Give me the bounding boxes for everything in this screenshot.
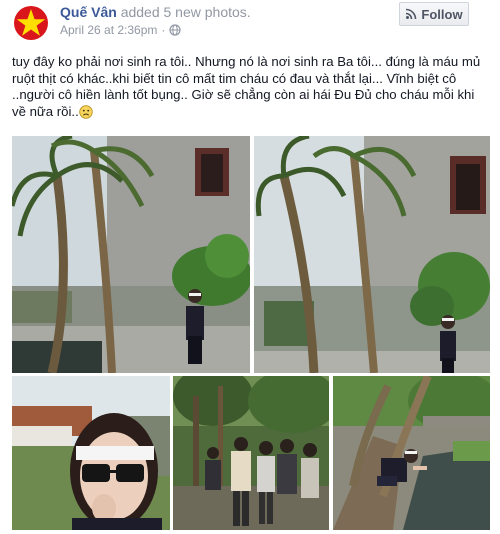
sad-face-emoji-icon xyxy=(79,104,93,119)
photo-post: Quế Vân added 5 new photos. April 26 at … xyxy=(0,0,500,534)
author-name-link[interactable]: Quế Vân xyxy=(60,4,117,20)
follow-button[interactable]: Follow xyxy=(399,2,469,26)
post-action-text: added 5 new photos. xyxy=(120,4,251,20)
photo-2-woman-by-palms[interactable] xyxy=(254,136,490,373)
photo-image xyxy=(12,136,250,373)
caption-line: tuy đây ko phải nơi sinh ra tôi.. Nhưng … xyxy=(12,54,481,69)
avatar[interactable] xyxy=(11,2,51,42)
caption-line-text: về nữa rồi.. xyxy=(12,103,79,119)
globe-icon[interactable] xyxy=(169,24,181,36)
rss-icon xyxy=(406,8,417,20)
photo-3-woman-closeup[interactable] xyxy=(12,376,170,530)
photo-5-woman-by-pond[interactable] xyxy=(333,376,490,530)
post-timestamp-link[interactable]: April 26 at 2:36pm xyxy=(60,23,157,37)
vietnam-flag-star-icon xyxy=(11,2,51,42)
post-caption: tuy đây ko phải nơi sinh ra tôi.. Nhưng … xyxy=(12,54,490,120)
caption-line: ..người cô hiền lành tốt bụng.. Giờ sẽ c… xyxy=(12,87,475,102)
post-meta: April 26 at 2:36pm · xyxy=(60,23,181,37)
post-header: Quế Vân added 5 new photos. xyxy=(60,4,251,21)
photo-image xyxy=(254,136,490,373)
caption-line: ruột thịt có khác..khi biết tin cô mất t… xyxy=(12,70,457,86)
meta-separator: · xyxy=(161,23,166,37)
photo-image xyxy=(12,376,170,530)
follow-button-label: Follow xyxy=(421,6,463,22)
caption-line: về nữa rồi.. xyxy=(12,104,490,121)
photo-image xyxy=(173,376,329,530)
photo-4-funeral-gathering[interactable] xyxy=(173,376,329,530)
photo-1-woman-by-palm-pond[interactable] xyxy=(12,136,250,373)
photo-image xyxy=(333,376,490,530)
